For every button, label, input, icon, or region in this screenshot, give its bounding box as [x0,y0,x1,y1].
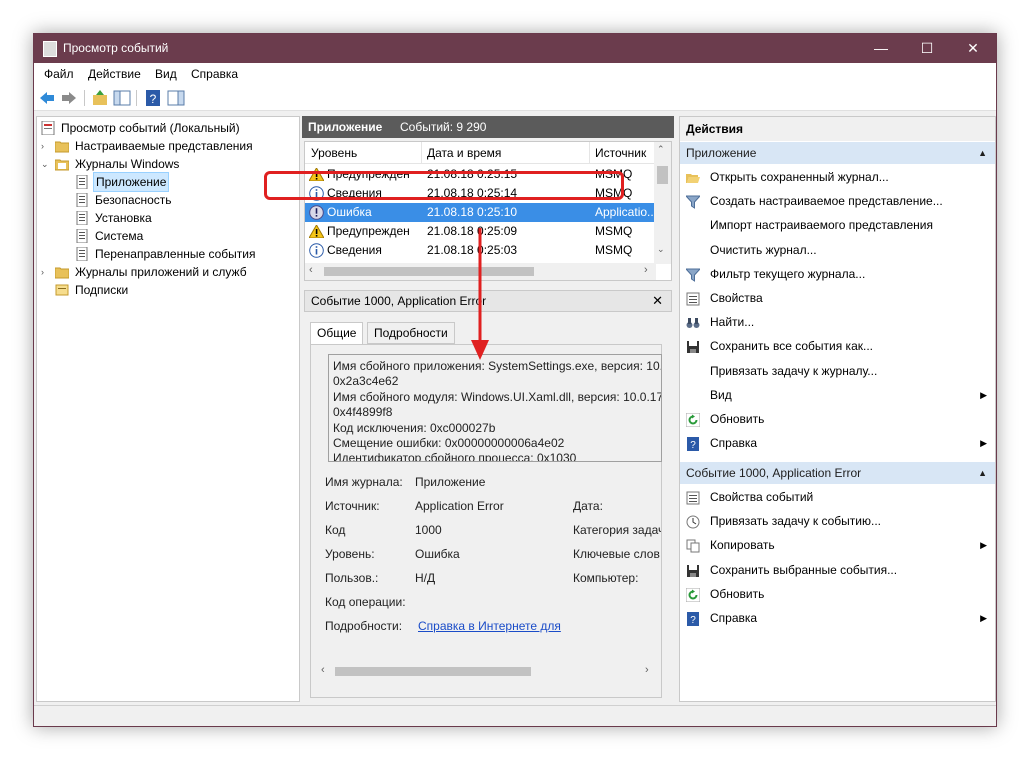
annotation-arrow [471,228,489,360]
